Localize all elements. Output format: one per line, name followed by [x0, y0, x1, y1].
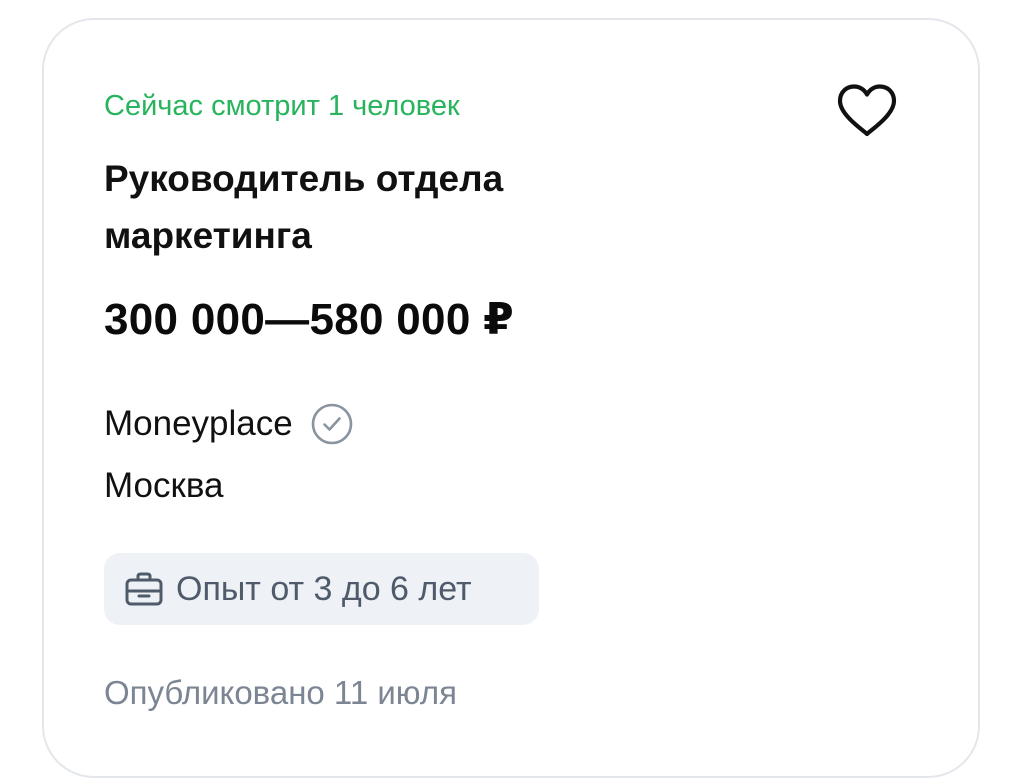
vacancy-title[interactable]: Руководитель отдела маркетинга [104, 150, 664, 264]
verified-check-icon [311, 403, 353, 445]
published-date: Опубликовано 11 июля [104, 674, 457, 711]
company-row: Moneyplace [104, 400, 355, 448]
briefcase-icon [125, 572, 163, 606]
heart-icon [837, 84, 897, 137]
city-label: Москва [104, 466, 224, 505]
salary-range: 300 000—580 000 ₽ [104, 295, 515, 344]
viewers-count-label: Сейчас смотрит 1 человек [104, 90, 460, 122]
experience-text: Опыт от 3 до 6 лет [176, 570, 472, 608]
company-name-link[interactable]: Moneyplace [104, 400, 293, 448]
favorite-button[interactable] [833, 82, 901, 142]
experience-chip: Опыт от 3 до 6 лет [104, 553, 539, 625]
